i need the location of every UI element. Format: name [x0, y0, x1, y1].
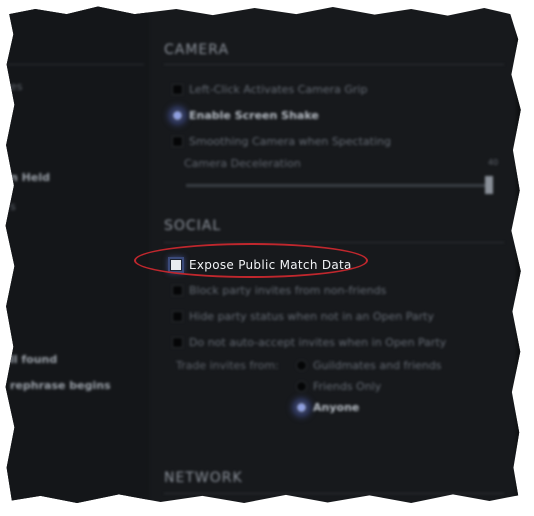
option-label: Do not auto-accept invites when in Open … — [189, 335, 447, 349]
option-label: Smoothing Camera when Spectating — [189, 134, 391, 148]
radio-button[interactable] — [172, 109, 183, 121]
option-label: Guildmates and friends — [313, 358, 442, 372]
option-label: Enable Screen Shake — [189, 108, 319, 122]
checkbox[interactable] — [172, 135, 183, 147]
option-label: Anyone — [313, 400, 360, 414]
option-label: Block party invites from non-friends — [189, 283, 387, 297]
checkbox[interactable] — [172, 310, 183, 322]
trade-option-guildmates[interactable]: Guildmates and friends — [296, 358, 441, 372]
section-social-title: SOCIAL — [164, 218, 222, 234]
checkbox[interactable] — [172, 336, 183, 348]
section-divider — [164, 64, 504, 65]
checkbox[interactable] — [172, 284, 183, 296]
sidebar-item[interactable]: rephrase begins — [10, 379, 111, 392]
slider-value: 40 — [488, 158, 499, 167]
option-no-auto-accept[interactable]: Do not auto-accept invites when in Open … — [172, 335, 446, 349]
option-hide-party-status[interactable]: Hide party status when not in an Open Pa… — [172, 309, 434, 323]
sidebar-item[interactable]: n Held — [10, 171, 50, 184]
sidebar-divider — [5, 64, 144, 65]
section-network-title: NETWORK — [164, 470, 243, 486]
annotation-circle — [134, 243, 368, 278]
option-label: Hide party status when not in an Open Pa… — [189, 309, 434, 323]
option-left-click-camera-grip[interactable]: Left-Click Activates Camera Grip — [172, 82, 367, 96]
checkbox[interactable] — [172, 83, 183, 95]
option-enable-screen-shake[interactable]: Enable Screen Shake — [172, 108, 319, 122]
trade-option-friends-only[interactable]: Friends Only — [296, 379, 381, 393]
radio-button[interactable] — [296, 359, 307, 371]
trade-invites-label: Trade invites from: — [176, 359, 279, 372]
sidebar-item[interactable]: ll found — [10, 353, 57, 366]
option-block-party-invites[interactable]: Block party invites from non-friends — [172, 283, 386, 297]
radio-button[interactable] — [296, 380, 307, 392]
section-camera-title: CAMERA — [164, 42, 230, 58]
trade-option-anyone[interactable]: Anyone — [296, 400, 359, 414]
left-sidebar: es n Held s ll found rephrase begins — [5, 6, 149, 503]
option-smoothing-camera[interactable]: Smoothing Camera when Spectating — [172, 134, 391, 148]
slider-thumb[interactable] — [485, 176, 493, 194]
sidebar-item[interactable]: es — [10, 80, 23, 93]
option-label: Left-Click Activates Camera Grip — [189, 82, 368, 96]
section-divider — [164, 493, 504, 494]
option-label: Friends Only — [313, 379, 382, 393]
slider-label: Camera Deceleration — [184, 157, 301, 170]
camera-deceleration-slider[interactable] — [186, 184, 486, 187]
sidebar-item[interactable]: s — [10, 200, 16, 213]
radio-button[interactable] — [296, 401, 307, 413]
scrollbar-track[interactable] — [516, 6, 521, 503]
